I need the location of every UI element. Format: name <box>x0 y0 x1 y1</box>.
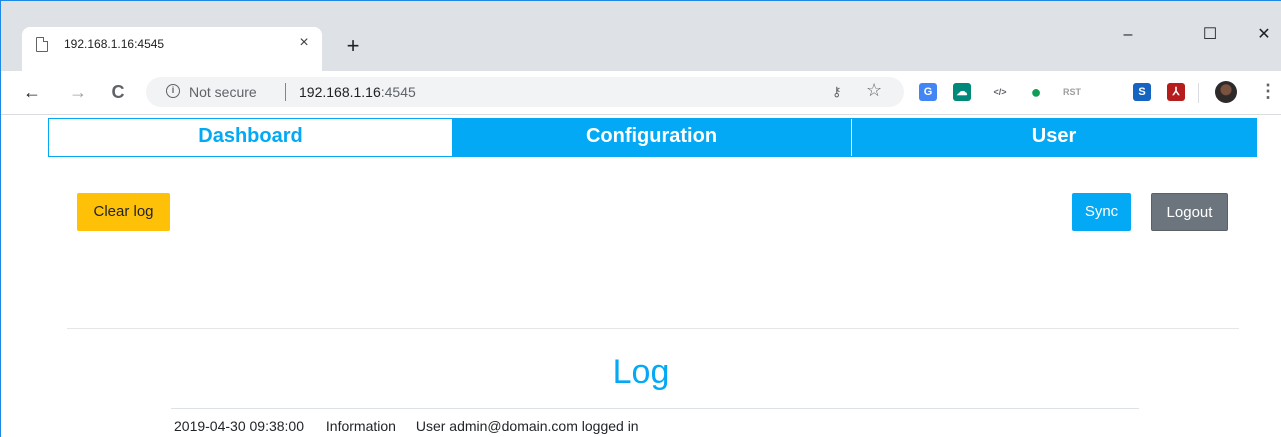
maximize-button[interactable]: ☐ <box>1187 21 1233 51</box>
security-status[interactable]: Not secure <box>189 84 257 100</box>
url-text[interactable]: 192.168.1.16:4545 <box>299 84 416 100</box>
more-menu-icon[interactable]: ⋮ <box>1259 81 1277 102</box>
log-message: User admin@domain.com logged in <box>415 418 639 434</box>
new-tab-button[interactable]: + <box>341 35 365 59</box>
pdf-icon[interactable]: ⅄ <box>1167 83 1185 101</box>
browser-toolbar: ← → C i Not secure 192.168.1.16:4545 ⚷ ☆… <box>1 71 1281 115</box>
section-divider <box>67 328 1239 329</box>
logout-button[interactable]: Logout <box>1151 193 1228 231</box>
main-navbar: Dashboard Configuration User <box>48 118 1257 157</box>
tab-close-icon[interactable]: × <box>294 33 314 53</box>
omnibox-divider <box>285 83 286 101</box>
hangouts-icon[interactable]: ● <box>1027 83 1045 101</box>
url-port: :4545 <box>380 84 416 100</box>
s-extension-icon[interactable]: S <box>1133 83 1151 101</box>
web-page: Dashboard Configuration User Clear log S… <box>1 116 1281 437</box>
sync-button[interactable]: Sync <box>1072 193 1131 231</box>
browser-tab[interactable]: 192.168.1.16:4545 × <box>22 27 322 71</box>
close-window-button[interactable]: ✕ <box>1241 21 1281 51</box>
nav-dashboard[interactable]: Dashboard <box>49 119 452 156</box>
info-icon[interactable]: i <box>166 84 180 98</box>
profile-avatar[interactable] <box>1215 81 1237 103</box>
minimize-button[interactable]: – <box>1105 21 1151 51</box>
rst-icon[interactable]: RST <box>1063 83 1081 101</box>
code-icon[interactable]: </> <box>991 83 1009 101</box>
log-timestamp: 2019-04-30 09:38:00 <box>174 418 304 434</box>
bookmark-star-icon[interactable]: ☆ <box>866 80 882 101</box>
tab-strip: 192.168.1.16:4545 × + – ☐ ✕ <box>1 1 1281 71</box>
back-button[interactable]: ← <box>21 81 43 103</box>
address-bar[interactable]: i Not secure 192.168.1.16:4545 ⚷ ☆ <box>146 77 904 107</box>
cloud-icon[interactable]: ☁ <box>953 83 971 101</box>
nav-configuration[interactable]: Configuration <box>452 119 852 156</box>
clear-log-button[interactable]: Clear log <box>77 193 170 231</box>
log-table-divider <box>171 408 1139 409</box>
google-translate-icon[interactable]: G <box>919 83 937 101</box>
log-level: Information <box>325 418 396 434</box>
log-heading: Log <box>612 353 670 391</box>
toolbar-divider <box>1198 83 1199 103</box>
key-icon[interactable]: ⚷ <box>832 84 842 100</box>
url-host: 192.168.1.16 <box>299 84 381 100</box>
tab-title: 192.168.1.16:4545 <box>64 37 165 51</box>
browser-window: 192.168.1.16:4545 × + – ☐ ✕ ← → C i Not … <box>0 0 1281 437</box>
forward-button[interactable]: → <box>67 81 89 103</box>
log-entry: 2019-04-30 09:38:00 Information User adm… <box>174 418 639 434</box>
nav-user[interactable]: User <box>852 119 1256 156</box>
reload-button[interactable]: C <box>107 81 129 103</box>
page-icon <box>36 37 48 52</box>
